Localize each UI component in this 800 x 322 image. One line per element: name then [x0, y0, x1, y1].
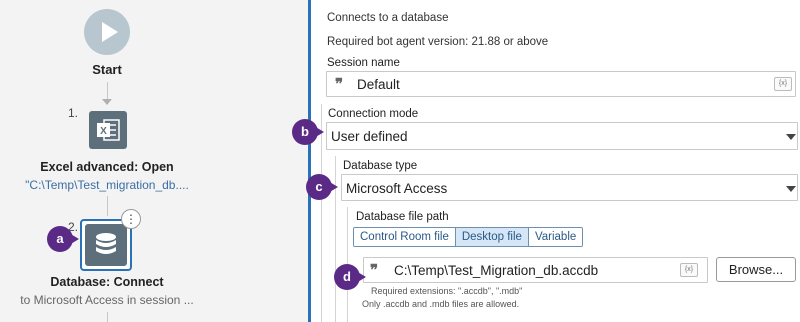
- insert-variable-icon[interactable]: {x}: [774, 77, 792, 91]
- database-node-subtitle: to Microsoft Access in session ...: [20, 293, 194, 307]
- connection-mode-label: Connection mode: [328, 108, 419, 120]
- callout-b: b: [292, 119, 318, 145]
- file-path-field[interactable]: ❞ C:\Temp\Test_Migration_db.accdb {x}: [363, 257, 708, 283]
- step-number: 1.: [68, 106, 79, 120]
- connector-line: [107, 196, 108, 216]
- excel-node-subtitle: "C:\Temp\Test_migration_db....: [25, 178, 189, 192]
- connection-mode-select[interactable]: User defined: [326, 122, 798, 150]
- tab-desktop-file[interactable]: Desktop file: [455, 228, 529, 246]
- chevron-down-icon: [786, 134, 796, 140]
- excel-icon: X: [97, 119, 120, 141]
- more-options-icon[interactable]: ⋮: [121, 209, 141, 229]
- session-name-label: Session name: [327, 57, 400, 69]
- file-source-tabs: Control Room file Desktop file Variable: [353, 227, 584, 247]
- chevron-down-icon: [786, 186, 796, 192]
- required-extensions-hint: Required extensions: ".accdb", ".mdb": [371, 286, 523, 296]
- svg-text:X: X: [100, 126, 107, 137]
- play-icon: [102, 22, 118, 42]
- database-type-value: Microsoft Access: [346, 181, 448, 196]
- flow-panel: Start 1. X Excel advanced: Open "C:\Temp…: [0, 0, 308, 322]
- start-label: Start: [92, 62, 122, 77]
- excel-node[interactable]: X: [89, 111, 127, 149]
- quote-icon: ❞: [335, 75, 344, 93]
- session-name-value: Default: [357, 77, 400, 92]
- bot-agent-version: Required bot agent version: 21.88 or abo…: [327, 36, 549, 48]
- panel-divider: [308, 0, 311, 322]
- database-node[interactable]: [85, 224, 127, 266]
- database-type-label: Database type: [343, 160, 418, 172]
- callout-d: d: [334, 264, 360, 290]
- allowed-files-note: Only .accdb and .mdb files are allowed.: [362, 299, 520, 309]
- tab-control-room-file[interactable]: Control Room file: [354, 228, 456, 246]
- database-node-title: Database: Connect: [50, 275, 164, 289]
- excel-node-title: Excel advanced: Open: [40, 160, 174, 174]
- tab-variable[interactable]: Variable: [528, 228, 583, 246]
- action-description: Connects to a database: [327, 12, 449, 24]
- session-name-field[interactable]: ❞ Default {x}: [326, 71, 796, 97]
- connector-line: [107, 312, 108, 322]
- database-type-select[interactable]: Microsoft Access: [341, 174, 798, 201]
- start-node[interactable]: [84, 9, 130, 55]
- file-path-label: Database file path: [356, 211, 449, 223]
- browse-button[interactable]: Browse...: [716, 257, 796, 282]
- file-path-value: C:\Temp\Test_Migration_db.accdb: [394, 263, 599, 278]
- insert-variable-icon[interactable]: {x}: [680, 263, 698, 277]
- callout-a: a: [47, 226, 73, 252]
- callout-c: c: [306, 174, 332, 200]
- connection-mode-value: User defined: [331, 129, 408, 144]
- database-icon: [96, 233, 116, 254]
- quote-icon: ❞: [370, 261, 379, 279]
- arrow-down-icon: [102, 99, 112, 105]
